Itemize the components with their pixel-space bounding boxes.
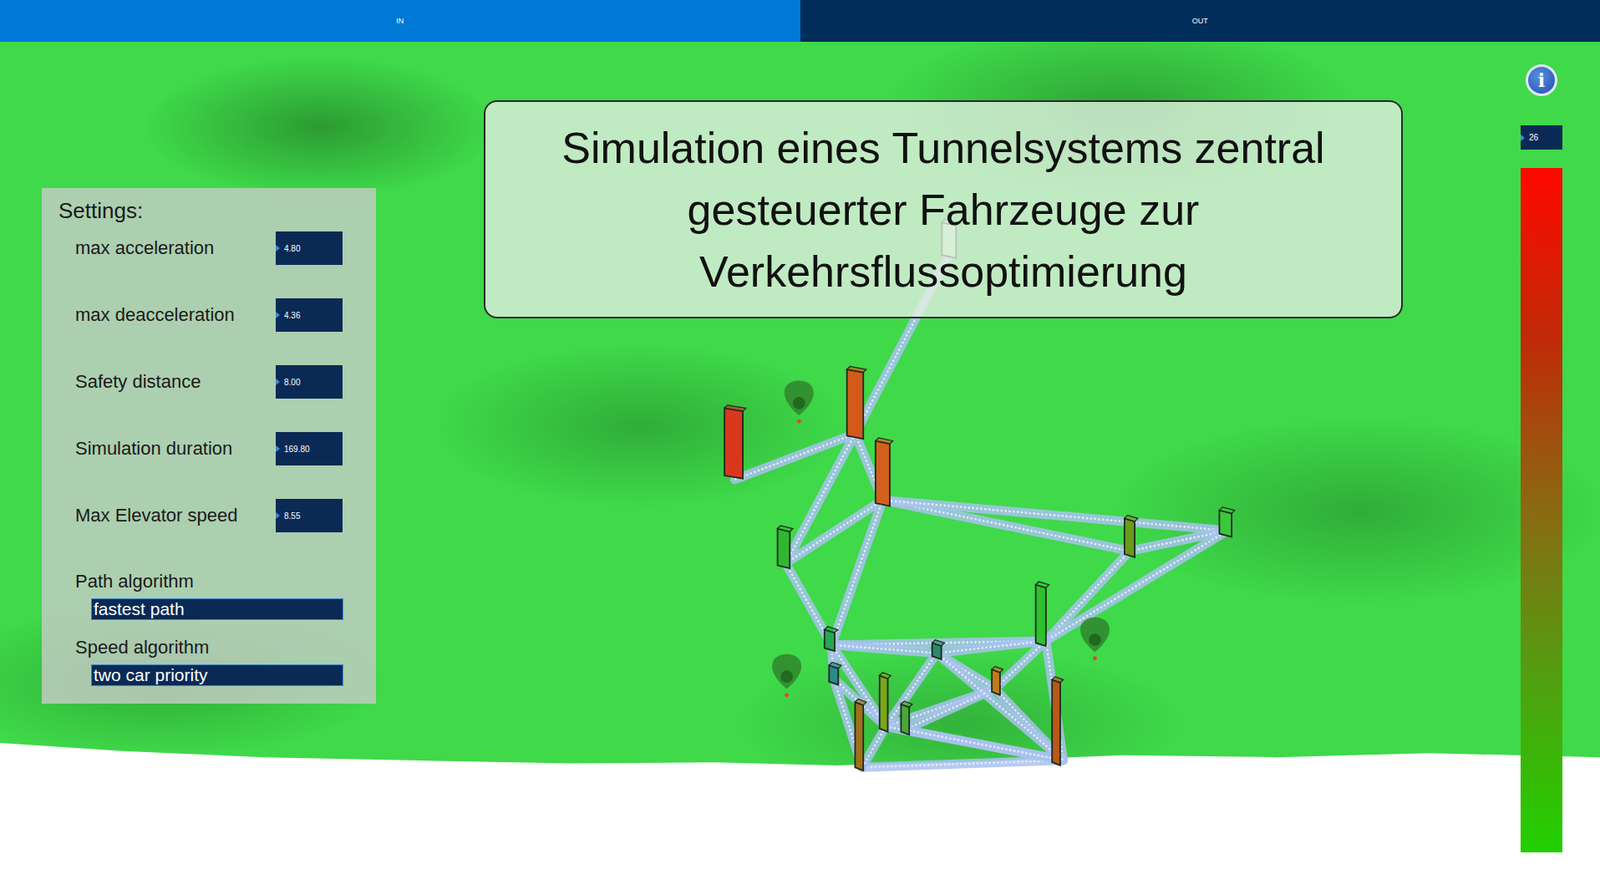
elevator-shaft[interactable] (777, 525, 793, 569)
elevator-shaft[interactable] (1051, 676, 1063, 766)
tunnel (936, 653, 1063, 761)
tunnel (831, 645, 937, 654)
tunnel (831, 499, 883, 645)
algorithm-row: Path algorithm fastest path (75, 571, 343, 620)
ground-plane (0, 742, 1600, 895)
top-bar: INOUT (0, 0, 1600, 42)
setting-input[interactable]: 4.80 (275, 231, 343, 265)
tunnels (734, 254, 1228, 767)
color-scale-bar (1520, 167, 1563, 853)
elevator-shaft[interactable] (900, 700, 912, 735)
tunnel (1046, 530, 1228, 641)
setting-label: max acceleration (75, 238, 214, 259)
elevator-shaft[interactable] (828, 662, 842, 686)
elevator-shaft[interactable] (991, 665, 1003, 695)
algorithm-dropdown[interactable]: two car priority (91, 664, 344, 686)
elevator-shaft[interactable] (1219, 507, 1235, 537)
legend-column: i 26 (1520, 64, 1563, 853)
tab[interactable]: IN (0, 0, 801, 42)
elevator-shaft[interactable] (847, 365, 867, 439)
settings-heading: Settings: (58, 198, 343, 224)
algorithm-label: Path algorithm (75, 571, 343, 592)
info-button[interactable]: i (1525, 64, 1558, 97)
elevator-shaft[interactable] (1124, 515, 1138, 558)
scene-view[interactable]: Simulation eines Tunnelsystems zentral g… (0, 41, 1600, 895)
gauge-value[interactable]: 26 (1520, 125, 1563, 150)
algorithm-dropdown[interactable]: fastest path (91, 598, 344, 620)
setting-row: Safety distance 8.00 (75, 365, 343, 399)
title-banner: Simulation eines Tunnelsystems zentral g… (483, 100, 1403, 319)
tunnel (995, 640, 1047, 689)
tab[interactable]: OUT (800, 0, 1600, 42)
setting-input[interactable]: 4.36 (275, 298, 343, 332)
setting-label: max deacceleration (75, 304, 235, 326)
map-pin-icon (1080, 617, 1110, 661)
settings-panel: Settings: max acceleration 4.80 max deaccel… (41, 187, 376, 704)
elevator-shaft[interactable] (932, 640, 945, 660)
setting-input[interactable]: 8.00 (275, 365, 343, 399)
elevator-shaft[interactable] (854, 699, 866, 771)
title-text: Simulation eines Tunnelsystems zentral g… (510, 116, 1377, 303)
setting-input[interactable]: 169.80 (275, 431, 343, 466)
tunnel (882, 499, 1228, 531)
algorithm-label: Speed algorithm (75, 637, 343, 658)
setting-row: max acceleration 4.80 (75, 231, 343, 265)
elevator-shaft[interactable] (1036, 581, 1050, 646)
algorithm-row: Speed algorithm two car priority (75, 637, 343, 686)
setting-input[interactable]: 8.55 (275, 498, 343, 533)
map-pin-icon (772, 654, 802, 697)
setting-label: Safety distance (75, 371, 201, 392)
setting-label: Simulation duration (75, 438, 233, 459)
setting-label: Max Elevator speed (75, 505, 238, 526)
setting-row: Simulation duration 169.80 (75, 431, 343, 466)
setting-row: Max Elevator speed 8.55 (75, 498, 343, 533)
tunnel (862, 726, 886, 767)
setting-row: max deacceleration 4.36 (75, 298, 343, 332)
simulation-app: INOUT Simulation eines Tunnelsystems zent… (0, 0, 1600, 895)
elevator-shaft[interactable] (875, 437, 894, 507)
tunnel (862, 760, 1064, 768)
elevator-shaft[interactable] (824, 626, 839, 651)
map-pin-icon (784, 380, 814, 423)
elevator-shaft[interactable] (879, 672, 891, 732)
elevator-shaft[interactable] (724, 405, 747, 479)
